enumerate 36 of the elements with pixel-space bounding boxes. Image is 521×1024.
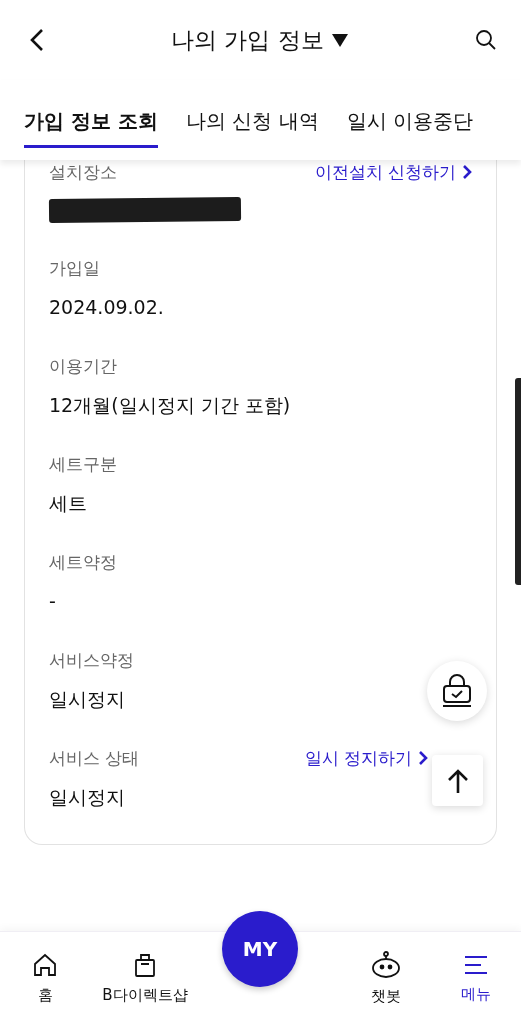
bag-icon <box>133 951 157 978</box>
tab[interactable]: 일시 이용중단 <box>346 84 473 148</box>
robot-icon <box>370 950 402 979</box>
field-value: 일시정지 <box>49 785 125 810</box>
field-value: 세트 <box>49 491 87 516</box>
page-title: 나의 가입 정보 <box>171 25 324 55</box>
field-label: 서비스 상태 <box>49 746 140 770</box>
field-value: 일시정지 <box>49 687 125 712</box>
action-link[interactable]: 일시 정지하기 <box>304 746 428 770</box>
dropdown-triangle-icon[interactable] <box>331 33 348 47</box>
action-link[interactable]: 이전설치 신청하기 <box>314 160 472 184</box>
field-value: - <box>49 589 56 614</box>
back-button[interactable] <box>30 28 44 52</box>
field-label: 세트구분 <box>49 452 117 476</box>
field-value: 2024.09.02. <box>49 295 164 320</box>
field-label: 서비스약정 <box>49 648 134 672</box>
field-label: 이용기간 <box>49 354 117 378</box>
nav-item[interactable]: 메뉴 <box>431 952 521 1004</box>
chevron-right-icon <box>418 750 428 766</box>
up-arrow-icon <box>446 767 469 794</box>
tab[interactable]: 가입 정보 조회 <box>24 84 158 148</box>
field-label: 가입일 <box>49 256 100 280</box>
home-icon <box>32 951 58 978</box>
my-button[interactable]: MY <box>222 911 298 987</box>
nav-item[interactable]: 홈 <box>0 951 90 1005</box>
field-label: 세트약정 <box>49 550 117 574</box>
nav-item[interactable]: B다이렉트샵 <box>90 951 200 1005</box>
scroll-top-button[interactable] <box>432 755 483 806</box>
lock-button[interactable] <box>427 661 487 721</box>
field-label: 설치장소 <box>49 160 117 184</box>
chevron-right-icon <box>462 164 472 180</box>
field-value: 12개월(일시정지 기간 포함) <box>49 393 291 418</box>
search-button[interactable] <box>475 29 497 51</box>
lock-check-icon <box>441 674 473 708</box>
nav-item[interactable]: 챗봇 <box>341 950 431 1006</box>
tab[interactable]: 나의 신청 내역 <box>185 84 319 148</box>
